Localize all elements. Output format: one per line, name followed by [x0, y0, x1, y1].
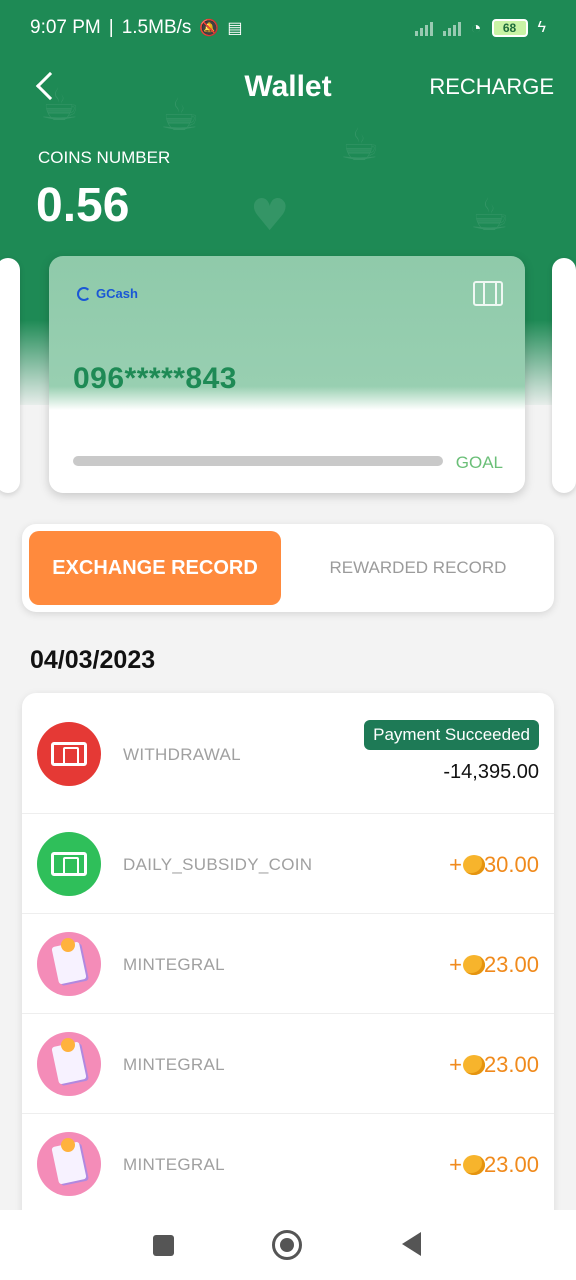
card-number: 096*****843: [73, 362, 237, 395]
coin-icon: [462, 1155, 485, 1175]
coin-icon: [462, 1055, 485, 1075]
record-label: MINTEGRAL: [123, 1055, 225, 1074]
withdrawal-icon: [37, 722, 101, 786]
record-label: WITHDRAWAL: [123, 745, 241, 764]
gcash-card[interactable]: GCash 096*****843 GOAL: [49, 256, 525, 493]
record-label: MINTEGRAL: [123, 955, 225, 974]
record-amount: +23.00: [449, 952, 539, 978]
tab-exchange-record[interactable]: EXCHANGE RECORD: [29, 531, 281, 605]
next-card[interactable]: [552, 258, 576, 493]
plus-sign: +: [449, 952, 462, 977]
plus-sign: +: [449, 1152, 462, 1177]
status-speed: 1.5MB/s: [121, 17, 192, 38]
back-triangle-icon[interactable]: [402, 1232, 421, 1256]
record-amount: +30.00: [449, 852, 539, 878]
system-nav-bar: [0, 1210, 576, 1280]
money-icon: [37, 832, 101, 896]
reward-icon: [37, 932, 101, 996]
gcash-brand: GCash: [77, 286, 138, 301]
record-tabs: EXCHANGE RECORD REWARDED RECORD: [22, 524, 554, 612]
record-amount: -14,395.00: [443, 761, 539, 783]
message-icon: ▤: [227, 20, 243, 37]
wifi-icon: ◔: [470, 17, 482, 38]
goal-progress-bar: [73, 456, 443, 466]
gcash-label: GCash: [96, 286, 138, 301]
tab-rewarded-record[interactable]: REWARDED RECORD: [288, 531, 548, 605]
status-badge: Payment Succeeded: [364, 720, 539, 750]
amount-value: 23.00: [483, 1152, 539, 1177]
amount-value: 30.00: [483, 852, 539, 877]
records-list: WITHDRAWAL Payment Succeeded -14,395.00 …: [22, 693, 554, 1233]
battery-icon: 68: [491, 19, 528, 37]
mute-icon: 🔕: [199, 20, 220, 37]
recharge-button[interactable]: RECHARGE: [429, 74, 554, 100]
coffee-doodle-icon: ☕: [340, 120, 380, 171]
amount-value: 23.00: [483, 952, 539, 977]
status-bar: 9:07 PM | 1.5MB/s 🔕 ▤ ◔ 68 ϟ: [0, 0, 576, 56]
record-label: MINTEGRAL: [123, 1155, 225, 1174]
list-item[interactable]: WITHDRAWAL Payment Succeeded -14,395.00: [22, 693, 554, 814]
list-item[interactable]: MINTEGRAL +23.00: [22, 1014, 554, 1114]
coin-icon: [462, 955, 485, 975]
record-label: DAILY_SUBSIDY_COIN: [123, 855, 313, 874]
charging-icon: ϟ: [537, 19, 546, 36]
card-chip-icon: [473, 281, 503, 306]
coins-value: 0.56: [36, 179, 130, 232]
recents-icon[interactable]: [153, 1235, 174, 1256]
home-icon[interactable]: [272, 1230, 302, 1260]
gcash-logo-icon: [77, 286, 91, 301]
top-nav: Wallet RECHARGE: [0, 60, 576, 116]
status-separator: |: [108, 17, 114, 38]
plus-sign: +: [449, 1052, 462, 1077]
list-item[interactable]: MINTEGRAL +23.00: [22, 1114, 554, 1214]
coffee-doodle-icon: ☕: [470, 190, 510, 241]
reward-icon: [37, 1132, 101, 1196]
reward-icon: [37, 1032, 101, 1096]
heart-doodle-icon: ♥: [250, 190, 290, 241]
record-amount: +23.00: [449, 1052, 539, 1078]
record-date: 04/03/2023: [30, 646, 156, 674]
signal-icon: [414, 20, 433, 36]
coin-icon: [462, 855, 485, 875]
record-amount: +23.00: [449, 1152, 539, 1178]
list-item[interactable]: DAILY_SUBSIDY_COIN +30.00: [22, 814, 554, 914]
plus-sign: +: [449, 852, 462, 877]
list-item[interactable]: MINTEGRAL +23.00: [22, 914, 554, 1014]
previous-card[interactable]: [0, 258, 20, 493]
signal-icon: [442, 20, 461, 36]
status-time: 9:07 PM: [30, 17, 101, 38]
coins-label: COINS NUMBER: [38, 148, 171, 167]
amount-value: 23.00: [483, 1052, 539, 1077]
goal-label: GOAL: [455, 453, 503, 472]
